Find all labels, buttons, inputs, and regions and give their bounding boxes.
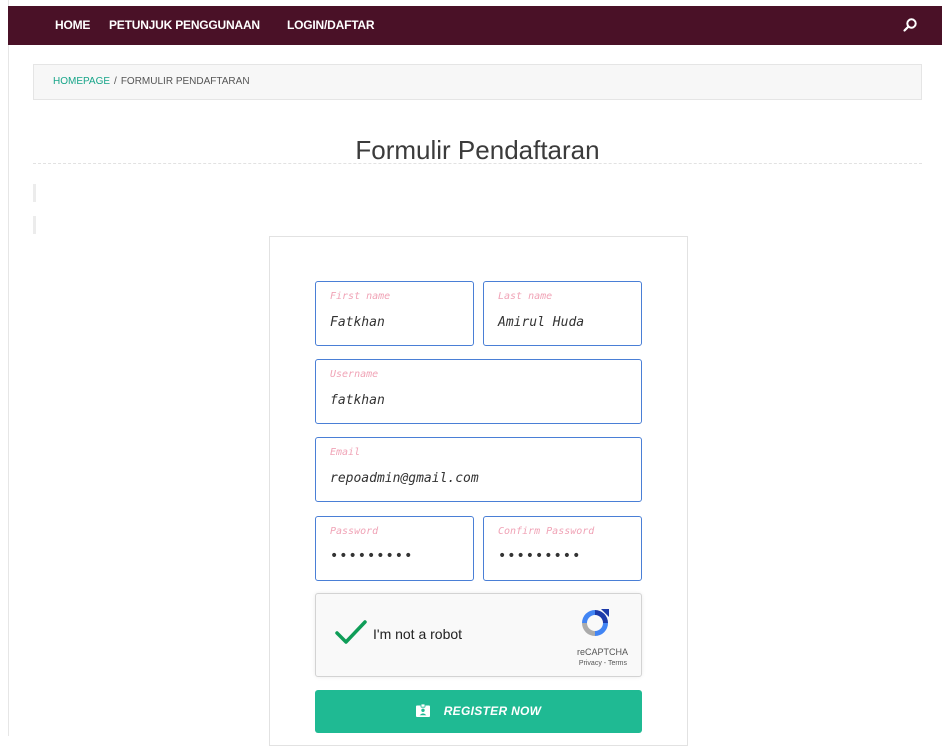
- recaptcha-privacy-link[interactable]: Privacy: [579, 660, 602, 667]
- page-frame-edge: [0, 0, 9, 736]
- search-icon[interactable]: [902, 17, 918, 33]
- top-navbar: HOME PETUNJUK PENGGUNAAN LOGIN/DAFTAR: [8, 6, 942, 45]
- recaptcha-label: I'm not a robot: [373, 626, 463, 642]
- breadcrumb-homepage-link[interactable]: HOMEPAGE: [53, 76, 110, 87]
- nav-petunjuk-penggunaan[interactable]: PETUNJUK PENGGUNAAN: [109, 6, 260, 45]
- confirm-password-field[interactable]: Confirm Password •••••••••: [483, 516, 642, 581]
- last-name-field[interactable]: Last name Amirul Huda: [483, 281, 642, 346]
- id-card-icon: [415, 703, 430, 717]
- recaptcha-brand: reCAPTCHA: [576, 647, 628, 657]
- register-now-label: REGISTER NOW: [443, 704, 542, 718]
- breadcrumb: HOMEPAGE / FORMULIR PENDAFTARAN: [33, 64, 922, 100]
- password-field[interactable]: Password •••••••••: [315, 516, 474, 581]
- username-value: fatkhan: [330, 393, 385, 408]
- password-label: Password: [330, 526, 379, 537]
- recaptcha-widget: I'm not a robot reCAPTCHA Privacy - Term…: [315, 593, 642, 677]
- decorative-bar: [33, 216, 36, 234]
- register-now-button[interactable]: REGISTER NOW: [315, 690, 642, 733]
- breadcrumb-current: FORMULIR PENDAFTARAN: [120, 76, 250, 87]
- last-name-value: Amirul Huda: [498, 315, 585, 330]
- recaptcha-links: Privacy - Terms: [579, 660, 627, 667]
- title-divider: [33, 163, 922, 164]
- page-title: Formulir Pendaftaran: [355, 135, 600, 166]
- last-name-label: Last name: [498, 291, 553, 302]
- email-label: Email: [330, 447, 361, 458]
- password-value: •••••••••: [330, 548, 414, 564]
- email-field[interactable]: Email repoadmin@gmail.com: [315, 437, 642, 502]
- username-field[interactable]: Username fatkhan: [315, 359, 642, 424]
- checkmark-icon[interactable]: [334, 618, 368, 646]
- recaptcha-terms-link[interactable]: Terms: [608, 660, 627, 667]
- recaptcha-logo-icon: [579, 607, 611, 639]
- email-value: repoadmin@gmail.com: [330, 471, 479, 486]
- nav-login-daftar[interactable]: LOGIN/DAFTAR: [287, 6, 375, 45]
- first-name-field[interactable]: First name Fatkhan: [315, 281, 474, 346]
- confirm-password-value: •••••••••: [498, 548, 582, 564]
- nav-home[interactable]: HOME: [55, 6, 90, 45]
- first-name-value: Fatkhan: [330, 315, 385, 330]
- decorative-bar: [33, 184, 36, 202]
- username-label: Username: [330, 369, 379, 380]
- confirm-password-label: Confirm Password: [498, 526, 595, 537]
- breadcrumb-separator: /: [114, 76, 117, 87]
- first-name-label: First name: [330, 291, 391, 302]
